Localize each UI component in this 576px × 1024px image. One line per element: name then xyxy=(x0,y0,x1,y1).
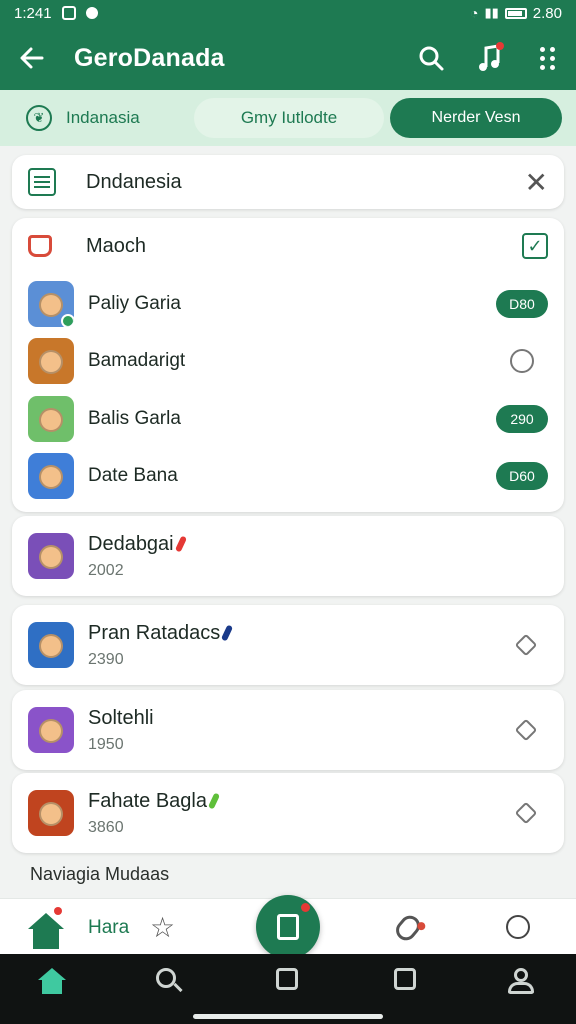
game-thumbnail xyxy=(28,790,74,836)
diamond-icon[interactable] xyxy=(514,718,538,742)
game-pill[interactable]: D80 xyxy=(496,290,548,318)
character-icon xyxy=(39,802,63,826)
character-icon xyxy=(39,408,63,432)
game-thumbnail xyxy=(28,338,74,384)
status-bar: 1:241 ◔ ▮▮ 2.80 xyxy=(0,0,576,26)
section-label: Naviagia Mudaas xyxy=(30,864,170,884)
list-item[interactable]: Dedabgai 2002 xyxy=(12,516,564,596)
game-name: Balis Garla xyxy=(88,408,181,429)
gesture-handle[interactable] xyxy=(193,1014,383,1019)
item-sub: 1950 xyxy=(88,735,124,753)
tab-label: Gmy Iutlodte xyxy=(240,108,338,127)
item-name: Soltehli xyxy=(88,706,154,729)
list-item[interactable]: Soltehli 1950 xyxy=(12,690,564,770)
tab-gmy-iutlodte[interactable]: Gmy Iutlodte xyxy=(194,98,384,138)
search-button[interactable] xyxy=(402,26,460,90)
item-sub: 3860 xyxy=(88,818,124,836)
tag-icon xyxy=(207,792,221,810)
game-thumbnail xyxy=(28,453,74,499)
tab-nerder-vesn[interactable]: Nerder Vesn xyxy=(390,98,562,138)
app-title: GeroDanada xyxy=(74,43,225,72)
game-name: Bamadarigt xyxy=(88,350,186,371)
list-item[interactable]: Pran Ratadacs 2390 xyxy=(12,605,564,685)
list-item[interactable]: Paliy Garia D80 xyxy=(12,276,564,332)
item-sub: 2390 xyxy=(88,650,124,668)
more-menu-button[interactable] xyxy=(518,26,576,90)
game-pill[interactable]: D60 xyxy=(496,462,548,490)
tab-label: Nerder Vesn xyxy=(431,109,521,126)
profile-nav-icon[interactable] xyxy=(508,968,536,996)
match-group-card: Maoch ✓ Paliy Garia D80 Bamadarigt Balis… xyxy=(12,218,564,512)
music-button[interactable] xyxy=(460,26,518,90)
notification-dot xyxy=(496,42,504,50)
leaf-icon: ❦ xyxy=(26,105,52,131)
back-button[interactable] xyxy=(0,26,64,90)
star-icon[interactable]: ☆ xyxy=(150,911,175,944)
tag-icon xyxy=(174,535,187,553)
paperclip-icon[interactable] xyxy=(391,911,425,945)
grid-menu-icon xyxy=(539,46,555,70)
item-name: Pran Ratadacs xyxy=(88,621,221,644)
list-item[interactable]: Fahate Bagla 3860 xyxy=(12,773,564,853)
item-sub: 2002 xyxy=(88,561,124,579)
home-nav-icon[interactable] xyxy=(38,968,66,996)
square-nav-icon[interactable] xyxy=(394,968,422,996)
character-icon xyxy=(39,350,63,374)
wifi-icon: ◔ xyxy=(470,5,479,21)
circle-icon[interactable] xyxy=(506,915,530,939)
home-icon[interactable] xyxy=(28,907,64,949)
close-icon[interactable]: ✕ xyxy=(525,166,548,199)
search-field[interactable]: Dndanesia ✕ xyxy=(12,155,564,209)
game-thumbnail xyxy=(28,533,74,579)
match-group-header[interactable]: Maoch ✓ xyxy=(12,218,564,274)
game-thumbnail xyxy=(28,622,74,668)
square-nav-icon[interactable] xyxy=(276,968,304,996)
search-value: Dndanesia xyxy=(86,170,182,193)
compose-fab-button[interactable] xyxy=(256,895,320,959)
bottom-navigation: Hara ☆ xyxy=(0,895,576,959)
radio-button[interactable] xyxy=(510,349,534,373)
item-name: Dedabgai xyxy=(88,532,174,555)
match-group-title: Maoch xyxy=(86,234,147,257)
character-icon xyxy=(39,719,63,743)
bag-icon xyxy=(28,235,52,257)
diamond-icon[interactable] xyxy=(514,801,538,825)
search-nav-icon[interactable] xyxy=(156,968,184,996)
game-pill[interactable]: 290 xyxy=(496,405,548,433)
game-thumbnail xyxy=(28,707,74,753)
checkbox-checked-icon[interactable]: ✓ xyxy=(522,233,548,259)
character-icon xyxy=(39,634,63,658)
status-time: 1:241 xyxy=(14,4,52,22)
game-thumbnail xyxy=(28,281,74,327)
list-item[interactable]: Bamadarigt xyxy=(12,333,564,389)
character-icon xyxy=(39,293,63,317)
notification-icon xyxy=(85,7,98,19)
notification-dot xyxy=(301,903,310,912)
character-icon xyxy=(39,465,63,489)
app-bar: GeroDanada xyxy=(0,26,576,90)
home-label[interactable]: Hara xyxy=(88,917,129,939)
tab-indanasia[interactable]: ❦ Indanasia xyxy=(14,98,194,138)
system-navigation-bar xyxy=(0,954,576,1024)
diamond-icon[interactable] xyxy=(514,633,538,657)
arrow-left-icon xyxy=(20,47,44,69)
tag-icon xyxy=(221,624,234,642)
list-icon xyxy=(28,168,56,196)
list-item[interactable]: Balis Garla 290 xyxy=(12,391,564,447)
game-name: Date Bana xyxy=(88,465,178,486)
document-icon xyxy=(277,914,299,940)
battery-level: 2.80 xyxy=(532,4,562,22)
battery-icon xyxy=(504,7,527,19)
character-icon xyxy=(39,545,63,569)
item-name: Fahate Bagla xyxy=(88,789,207,812)
game-name: Paliy Garia xyxy=(88,293,181,314)
list-item[interactable]: Date Bana D60 xyxy=(12,448,564,504)
gallery-icon xyxy=(61,6,76,20)
search-icon xyxy=(419,46,444,71)
verified-badge-icon xyxy=(61,314,74,327)
tab-bar: ❦ Indanasia Gmy Iutlodte Nerder Vesn xyxy=(0,90,576,146)
signal-icon: ▮▮ xyxy=(484,5,499,20)
game-thumbnail xyxy=(28,396,74,442)
tab-label: Indanasia xyxy=(66,108,140,127)
